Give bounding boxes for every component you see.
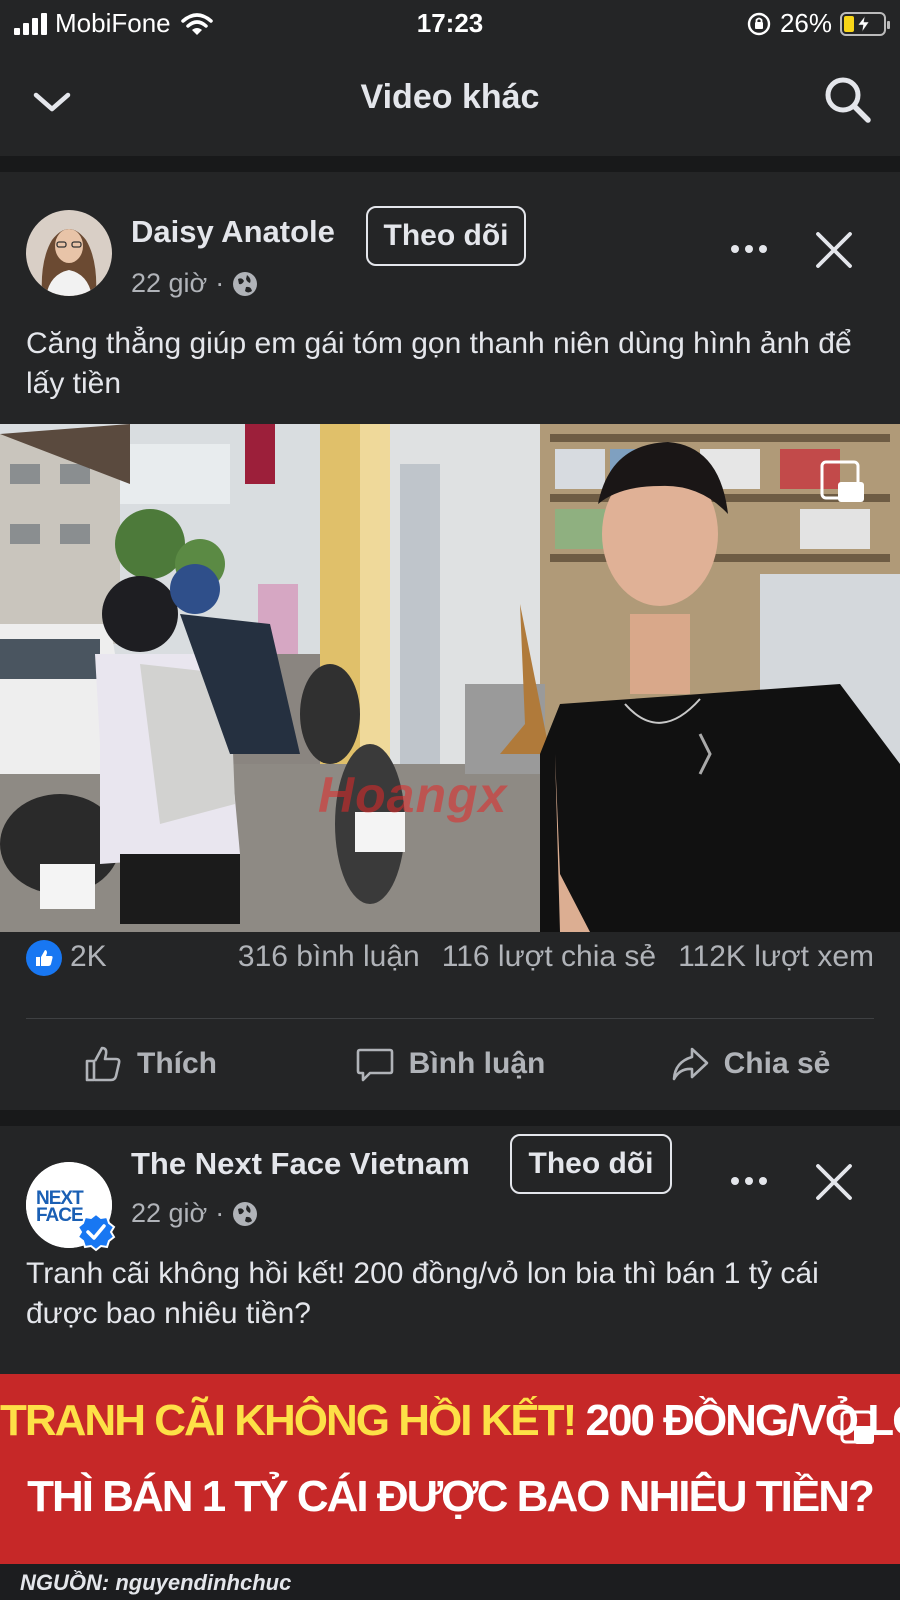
globe-icon [233,1201,258,1226]
engagement-counts: 316 bình luận 116 lượt chia sẻ 112K lượt… [238,940,874,974]
video-source-label: NGUỒN: nguyendinhchuc [20,1570,292,1595]
comment-bubble-icon [356,1048,393,1082]
status-bar: MobiFone 17:23 26% [0,0,900,44]
meta-dot: · [215,1198,225,1228]
thumbs-up-icon [85,1046,121,1082]
like-button[interactable]: Thích [0,1024,300,1104]
video-watermark: Hoangx [318,767,508,823]
battery-nub [887,20,890,29]
share-button[interactable]: Chia sẻ [600,1024,900,1104]
page-title: Video khác [360,78,540,116]
avatar[interactable]: NEXT FACE [26,1162,116,1252]
more-options-icon[interactable] [724,234,774,264]
banner-highlight: TRANH CÃI KHÔNG HỒI KẾT! [0,1396,577,1445]
search-icon[interactable] [822,74,874,126]
meta-dot: · [215,268,225,298]
share-arrow-icon [672,1047,708,1081]
video-player[interactable]: TRANH CÃI KHÔNG HỒI KẾT! 200 ĐỒNG/VỎ LON… [0,1374,900,1600]
video-post: NEXT FACE The Next Face Vietnam Theo dõi… [0,1126,900,1600]
battery-percent: 26% [779,8,832,38]
comment-label: Bình luận [408,1047,546,1080]
comment-count[interactable]: 316 bình luận [238,940,420,974]
avatar[interactable] [26,210,112,296]
follow-button[interactable]: Theo dõi [510,1134,672,1194]
follow-button[interactable]: Theo dõi [366,206,526,266]
banner-line-2: THÌ BÁN 1 TỶ CÁI ĐƯỢC BAO NHIÊU TIỀN? [27,1472,875,1521]
post-meta: 22 giờ · [131,268,258,299]
post-meta: 22 giờ · [131,1198,258,1229]
post-actions: Thích Bình luận Chia sẻ [0,1024,900,1104]
orientation-lock-icon [747,12,771,35]
like-count[interactable]: 2K [70,940,107,974]
post-author[interactable]: The Next Face Vietnam [131,1146,470,1182]
post-caption: Căng thẳng giúp em gái tóm gọn thanh niê… [26,327,852,400]
more-options-icon[interactable] [724,1166,774,1196]
status-right: 26% [746,8,890,39]
globe-icon [233,271,258,296]
close-icon[interactable] [812,1160,856,1204]
like-reaction-icon[interactable] [26,940,62,976]
comment-button[interactable]: Bình luận [300,1024,600,1104]
post-time: 22 giờ [131,268,208,298]
section-divider [0,156,900,172]
verified-badge-icon [76,1212,116,1252]
like-label: Thích [137,1047,217,1080]
share-count[interactable]: 116 lượt chia sẻ [442,940,656,974]
video-frame [0,424,900,932]
post-time: 22 giờ [131,1198,208,1228]
view-count: 112K lượt xem [678,940,874,973]
video-title-banner: TRANH CÃI KHÔNG HỒI KẾT! 200 ĐỒNG/VỎ LON… [0,1374,900,1564]
stats-divider [26,1018,874,1019]
close-icon[interactable] [812,228,856,272]
battery-icon [840,11,890,36]
battery-level [844,15,854,32]
charging-bolt-icon [857,15,870,32]
post-stats: 2K 316 bình luận 116 lượt chia sẻ 112K l… [0,928,900,988]
video-player[interactable]: Hoangx [0,424,900,932]
picture-in-picture-icon[interactable] [840,1410,874,1444]
post-author[interactable]: Daisy Anatole [131,214,335,250]
section-divider [0,1110,900,1126]
top-header: Video khác [0,44,900,156]
avatar-photo [26,210,112,296]
video-post: Daisy Anatole Theo dõi 22 giờ · Căng thẳ… [0,172,900,1110]
post-caption: Tranh cãi không hồi kết! 200 đồng/vỏ lon… [26,1257,819,1330]
banner-line-1: TRANH CÃI KHÔNG HỒI KẾT! 200 ĐỒNG/VỎ LON… [0,1396,900,1446]
share-label: Chia sẻ [723,1047,831,1080]
